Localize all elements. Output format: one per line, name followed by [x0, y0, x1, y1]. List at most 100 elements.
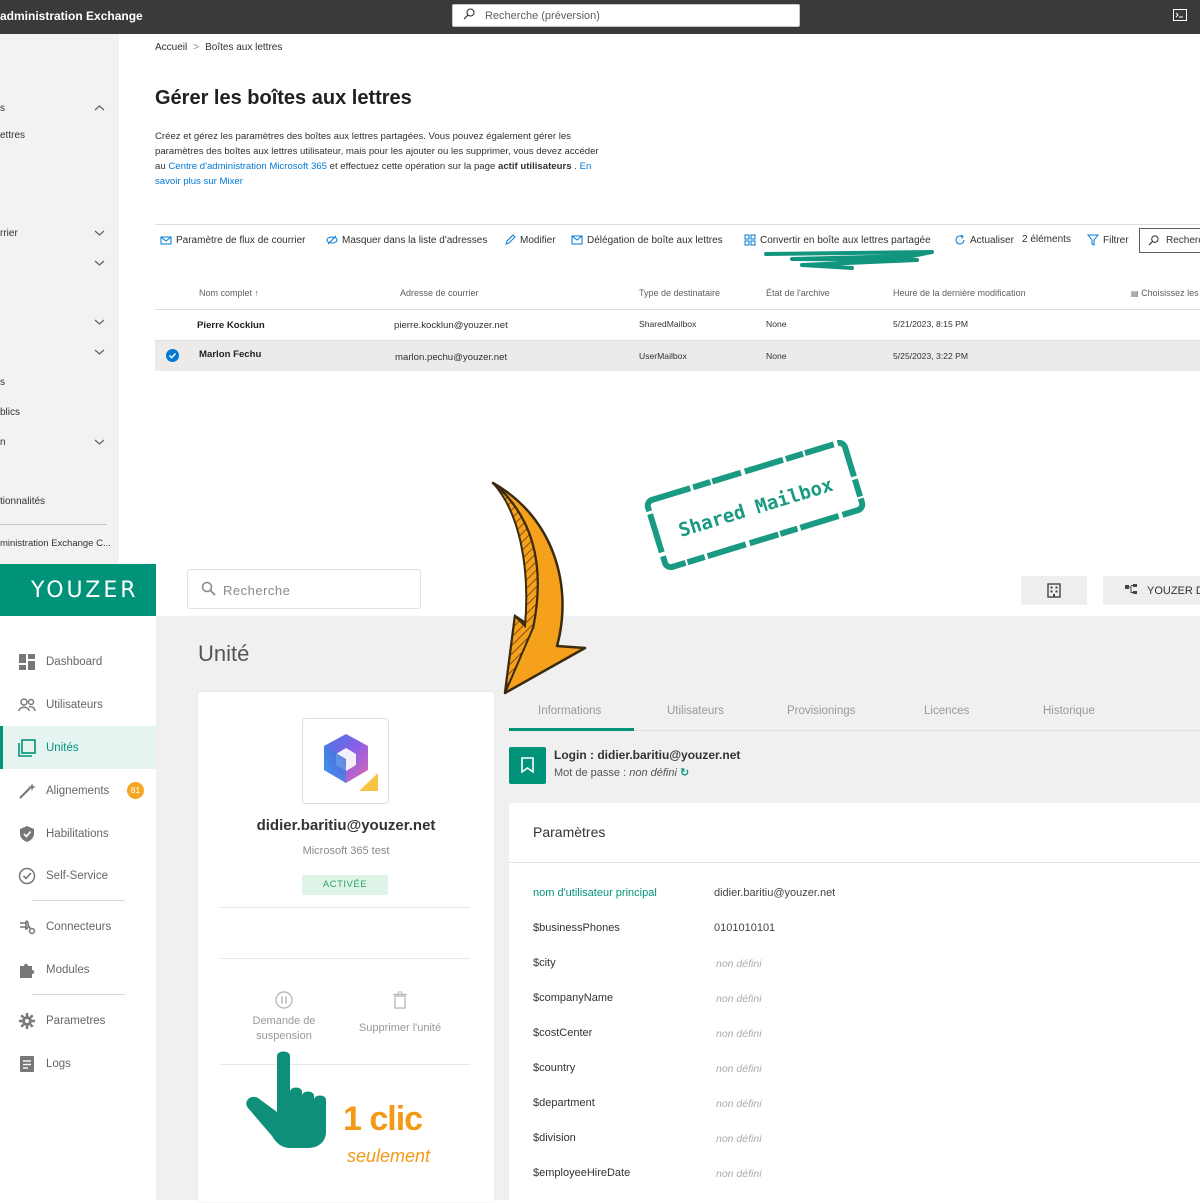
param-key: nom d'utilisateur principal: [533, 887, 657, 899]
suspend-request-button[interactable]: Demande de suspension: [238, 990, 330, 1044]
page-title: Gérer les boîtes aux lettres: [155, 87, 412, 109]
password-value: non défini: [629, 767, 677, 779]
sidebar-item-label[interactable]: blics: [0, 407, 20, 418]
directory-button[interactable]: YOUZER D: [1103, 576, 1200, 605]
pause-circle-icon: [275, 991, 293, 1009]
edit-button[interactable]: Modifier: [504, 234, 556, 246]
chevron-up-icon[interactable]: [94, 104, 105, 112]
sidebar-item-habilitations[interactable]: Habilitations: [0, 812, 156, 855]
terminal-icon[interactable]: [1173, 9, 1187, 21]
sidebar-divider: [32, 900, 125, 901]
m365-admin-link[interactable]: Centre d'administration Microsoft 365: [168, 161, 327, 172]
magic-wand-icon: [19, 782, 36, 799]
tab-utilisateurs[interactable]: Utilisateurs: [667, 705, 724, 717]
sidebar-item-dashboard[interactable]: Dashboard: [0, 640, 156, 683]
sidebar-item-label[interactable]: s: [0, 377, 5, 388]
mail-flow-settings-button[interactable]: Paramètre de flux de courrier: [160, 234, 306, 246]
sidebar-item-label[interactable]: tionnalités: [0, 496, 45, 507]
param-key: $companyName: [533, 992, 614, 1004]
command-label: Modifier: [520, 234, 556, 246]
connector-icon: [20, 919, 36, 934]
command-label: Filtrer: [1103, 234, 1129, 246]
chevron-down-icon[interactable]: [94, 348, 105, 356]
youzer-logo[interactable]: YOUZER: [31, 578, 139, 603]
desc-text: .: [571, 161, 580, 172]
param-value: non défini: [716, 958, 762, 970]
column-header-email[interactable]: Adresse de courrier: [400, 288, 479, 298]
mailbox-delegation-button[interactable]: Délégation de boîte aux lettres: [571, 234, 723, 246]
column-header-archive[interactable]: État de l'archive: [766, 288, 830, 298]
card-divider: [220, 958, 470, 959]
sidebar-item-label[interactable]: rrier: [0, 228, 18, 239]
sidebar-item-label[interactable]: ministration Exchange C...: [0, 538, 111, 549]
suspend-label: Demande de suspension: [252, 1015, 316, 1042]
command-label: Convertir en boîte aux lettres partagée: [760, 234, 931, 246]
tab-informations[interactable]: Informations: [538, 705, 601, 717]
param-key: $division: [533, 1132, 576, 1144]
cell-name[interactable]: Pierre Kocklun: [197, 320, 265, 331]
chevron-down-icon[interactable]: [94, 229, 105, 237]
command-label: Masquer dans la liste d'adresses: [342, 234, 488, 246]
param-key: $city: [533, 957, 556, 969]
row-checked-icon[interactable]: [166, 349, 179, 362]
chevron-down-icon[interactable]: [94, 259, 105, 267]
tab-licences[interactable]: Licences: [924, 705, 969, 717]
sidebar-item-self-service[interactable]: Self-Service: [0, 854, 156, 897]
desc-text: et effectuez cette opération sur la page: [326, 161, 498, 172]
sidebar-item-label: Alignements: [46, 784, 110, 797]
page-description: Créez et gérez les paramètres des boîtes…: [155, 129, 610, 189]
search-icon: [1148, 235, 1159, 246]
sidebar-item-label: Parametres: [46, 1014, 106, 1027]
youzer-search-input[interactable]: Recherche: [187, 569, 421, 609]
column-header-type[interactable]: Type de destinataire: [639, 288, 720, 298]
sidebar-item-label: Modules: [46, 963, 90, 976]
microsoft-365-app-icon: [302, 718, 389, 804]
search-icon: [463, 8, 475, 20]
shield-icon: [20, 825, 34, 842]
param-value: 0101010101: [714, 922, 776, 934]
filter-button[interactable]: Filtrer: [1087, 234, 1129, 246]
choose-columns-button[interactable]: ▤ Choisissez les: [1131, 288, 1199, 298]
tab-historique[interactable]: Historique: [1043, 705, 1095, 717]
breadcrumb-home[interactable]: Accueil: [155, 42, 187, 53]
sidebar-item-unit-s[interactable]: Unités: [0, 726, 156, 769]
column-header-name[interactable]: Nom complet ↑: [199, 288, 259, 298]
chevron-down-icon[interactable]: [94, 318, 105, 326]
cell-name[interactable]: Marlon Fechu: [199, 349, 261, 360]
param-value: non défini: [716, 1028, 762, 1040]
sidebar-item-alignements[interactable]: Alignements 81: [0, 769, 156, 812]
edit-icon: [505, 234, 516, 245]
login-value: Login : didier.baritiu@youzer.net: [554, 748, 741, 762]
sidebar-item-label[interactable]: s: [0, 103, 5, 114]
tab-provisionings[interactable]: Provisionings: [787, 705, 855, 717]
sidebar-item-connecteurs[interactable]: Connecteurs: [0, 905, 156, 948]
refresh-icon: [955, 234, 965, 245]
command-label: Délégation de boîte aux lettres: [587, 234, 723, 246]
cell-modified: 5/21/2023, 8:15 PM: [893, 319, 969, 329]
sidebar-item-logs[interactable]: Logs: [0, 1042, 156, 1085]
youzer-top-bar: [0, 564, 1200, 616]
global-search-input[interactable]: Recherche (préversion): [452, 4, 800, 27]
cell-modified: 5/25/2023, 3:22 PM: [893, 351, 969, 361]
password-info: Mot de passe : non défini ↻: [554, 766, 689, 779]
delete-unit-button[interactable]: Supprimer l'unité: [350, 990, 450, 1036]
pointing-hand-icon: [246, 1051, 326, 1148]
sidebar-item-label[interactable]: ettres: [0, 130, 25, 141]
hide-from-address-list-button[interactable]: Masquer dans la liste d'adresses: [326, 234, 487, 246]
sidebar-item-label[interactable]: n: [0, 437, 6, 448]
count-badge: 81: [127, 782, 144, 799]
table-search-input[interactable]: Recherc: [1139, 228, 1200, 253]
column-header-modified[interactable]: Heure de la dernière modification: [893, 288, 1026, 298]
sidebar-item-utilisateurs[interactable]: Utilisateurs: [0, 683, 156, 726]
sidebar-item-parametres[interactable]: Parametres: [0, 999, 156, 1042]
convert-to-shared-button[interactable]: Convertir en boîte aux lettres partagée: [744, 234, 931, 246]
organization-button[interactable]: [1021, 576, 1087, 605]
sidebar-item-label: Utilisateurs: [46, 698, 103, 711]
sidebar-item-label: Connecteurs: [46, 920, 112, 933]
refresh-password-icon[interactable]: ↻: [680, 767, 689, 779]
check-circle-icon: [18, 867, 36, 884]
chevron-down-icon[interactable]: [94, 438, 105, 446]
refresh-button[interactable]: Actualiser: [954, 234, 1014, 246]
exchange-sidebar: s ettres rrier s blics n tionnalités ministrati…: [0, 34, 119, 564]
sidebar-item-modules[interactable]: Modules: [0, 948, 156, 991]
